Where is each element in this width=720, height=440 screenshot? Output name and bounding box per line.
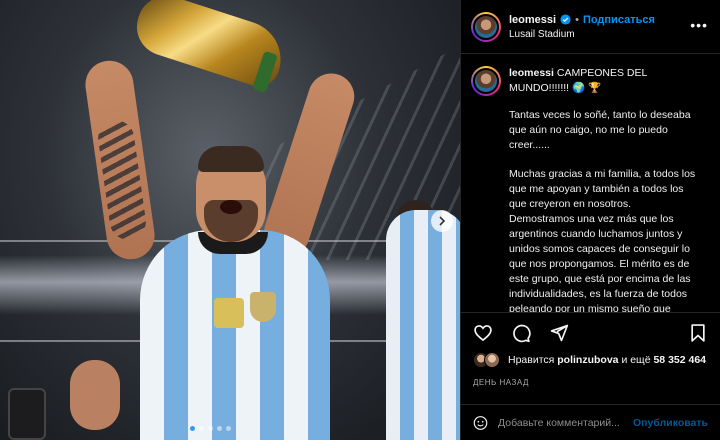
avatar (484, 352, 500, 368)
world-champion-patch (214, 298, 244, 328)
more-horizontal-icon[interactable]: ••• (690, 18, 708, 32)
post-side-panel: leomessi • Подписаться Lusail Stadium ••… (460, 0, 720, 440)
emoji-icon[interactable] (473, 414, 488, 432)
post-header: leomessi • Подписаться Lusail Stadium ••… (461, 0, 720, 54)
fan-phone (8, 388, 46, 440)
share-icon[interactable] (549, 323, 569, 343)
chevron-right-icon[interactable] (431, 210, 453, 232)
likes-prefix: Нравится (508, 354, 555, 366)
carousel-dot (190, 426, 195, 431)
likes-summary[interactable]: Нравится polinzubova и ещё 58 352 464 (473, 352, 706, 368)
publish-button[interactable]: Опубликовать (633, 417, 708, 429)
post-timestamp[interactable]: ДЕНЬ НАЗАД (473, 378, 529, 387)
separator-dot: • (575, 13, 579, 26)
caption-paragraph: Tantas veces lo soñé, tanto lo deseaba q… (509, 109, 691, 151)
fan-hand (70, 360, 120, 430)
action-bar (461, 312, 720, 352)
carousel-dots (190, 426, 231, 431)
player-hair (198, 146, 264, 172)
carousel-dot (217, 426, 222, 431)
carousel-dot (208, 426, 213, 431)
location-link[interactable]: Lusail Stadium (509, 29, 655, 40)
avatar[interactable] (471, 66, 501, 96)
comment-bar: Опубликовать (461, 404, 720, 440)
liked-by-user[interactable]: polinzubova (557, 354, 618, 366)
afa-crest (250, 292, 276, 322)
heart-icon[interactable] (473, 323, 493, 343)
author-username[interactable]: leomessi (509, 14, 556, 26)
avatar[interactable] (471, 11, 501, 42)
post-photo[interactable] (0, 0, 460, 440)
caption-title: leomessi CAMPEONES DEL MUNDO!!!!!!! 🌍 🏆 (509, 66, 679, 96)
follow-button[interactable]: Подписаться (583, 14, 655, 26)
carousel-dot (199, 426, 204, 431)
verified-badge-icon (560, 14, 571, 25)
player-mouth (220, 200, 242, 214)
comment-input[interactable] (498, 416, 634, 429)
likes-middle: и ещё (621, 354, 651, 366)
player-shirt (140, 230, 330, 440)
likes-count[interactable]: 58 352 464 (653, 354, 706, 366)
teammate (386, 210, 460, 440)
comment-icon[interactable] (511, 323, 531, 343)
caption-paragraph: Muchas gracias a mi familia, a todos los… (509, 168, 696, 312)
caption: leomessi CAMPEONES DEL MUNDO!!!!!!! 🌍 🏆 … (461, 54, 720, 312)
caption-author[interactable]: leomessi (509, 67, 554, 79)
bookmark-icon[interactable] (688, 323, 708, 343)
carousel-dot (226, 426, 231, 431)
